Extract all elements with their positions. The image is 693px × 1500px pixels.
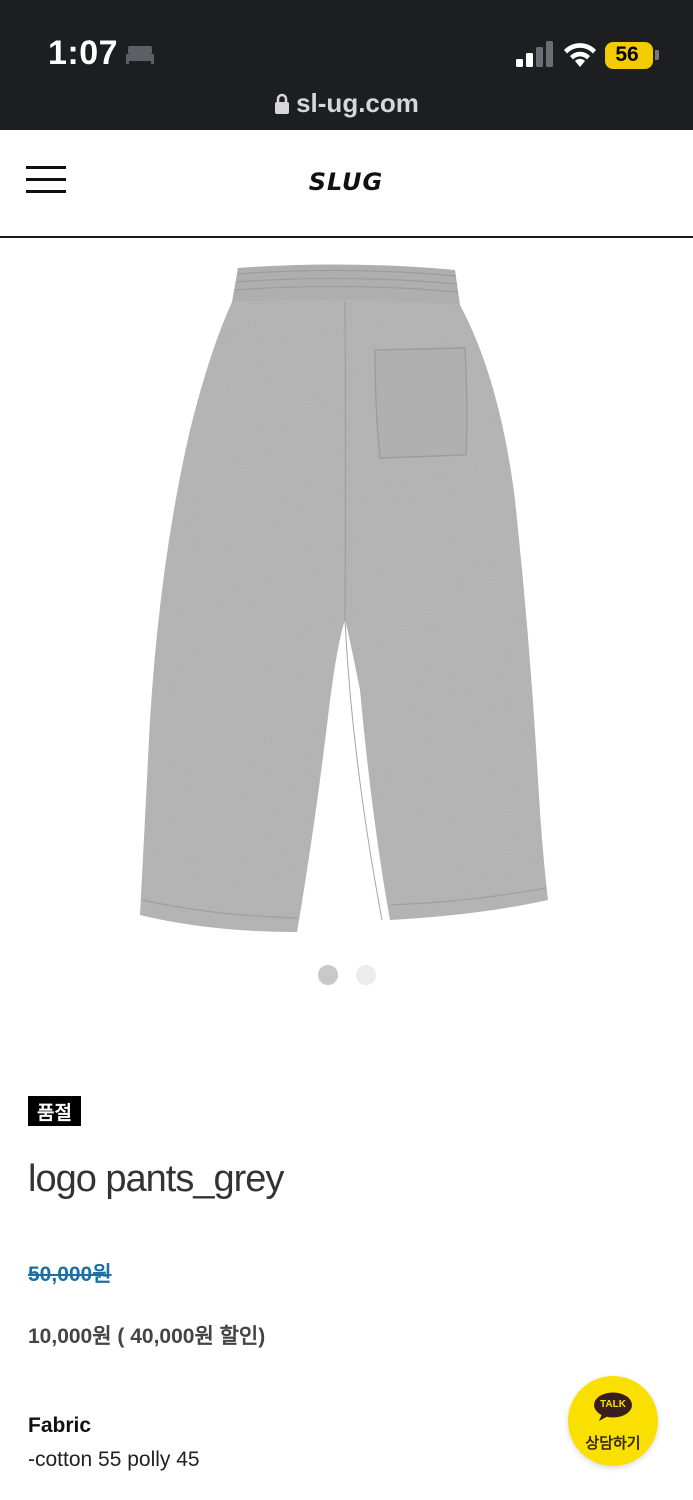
- gallery-dot-2[interactable]: [355, 965, 376, 985]
- fabric-label: Fabric: [28, 1414, 92, 1437]
- gallery-dot-1[interactable]: [317, 965, 338, 985]
- slug-logo[interactable]: SLUG: [300, 166, 392, 196]
- gallery-pagination: [0, 965, 693, 985]
- wifi-icon: [564, 43, 596, 67]
- status-time: 1:07: [48, 34, 119, 72]
- battery-level: 56: [605, 41, 653, 69]
- fabric-value: -cotton 55 polly 45: [28, 1448, 200, 1471]
- talk-bubble-text: TALK: [600, 1399, 626, 1410]
- lock-icon: [275, 93, 290, 114]
- product-title: logo pants_grey: [28, 1158, 284, 1200]
- sleep-icon: [126, 46, 154, 64]
- sale-price: 10,000원 ( 40,000원 할인): [28, 1325, 266, 1348]
- product-image: [140, 264, 548, 933]
- talk-label: 상담하기: [585, 1435, 641, 1452]
- url-text: sl-ug.com: [296, 88, 419, 118]
- soldout-badge: 품절: [28, 1096, 81, 1126]
- battery-tip: [655, 50, 659, 60]
- status-bar: 1:07 56 sl-ug.com: [0, 0, 693, 130]
- product-gallery[interactable]: [0, 240, 693, 1000]
- logo-text: SLUG: [309, 168, 383, 196]
- original-price: 50,000원: [28, 1263, 112, 1286]
- signal-icon: [516, 41, 553, 67]
- hamburger-menu-icon[interactable]: [26, 166, 66, 196]
- battery-icon: 56: [605, 41, 659, 69]
- kakao-talk-button[interactable]: TALK 상담하기: [568, 1376, 658, 1466]
- site-header: SLUG: [0, 130, 693, 238]
- address-bar[interactable]: sl-ug.com: [0, 88, 693, 119]
